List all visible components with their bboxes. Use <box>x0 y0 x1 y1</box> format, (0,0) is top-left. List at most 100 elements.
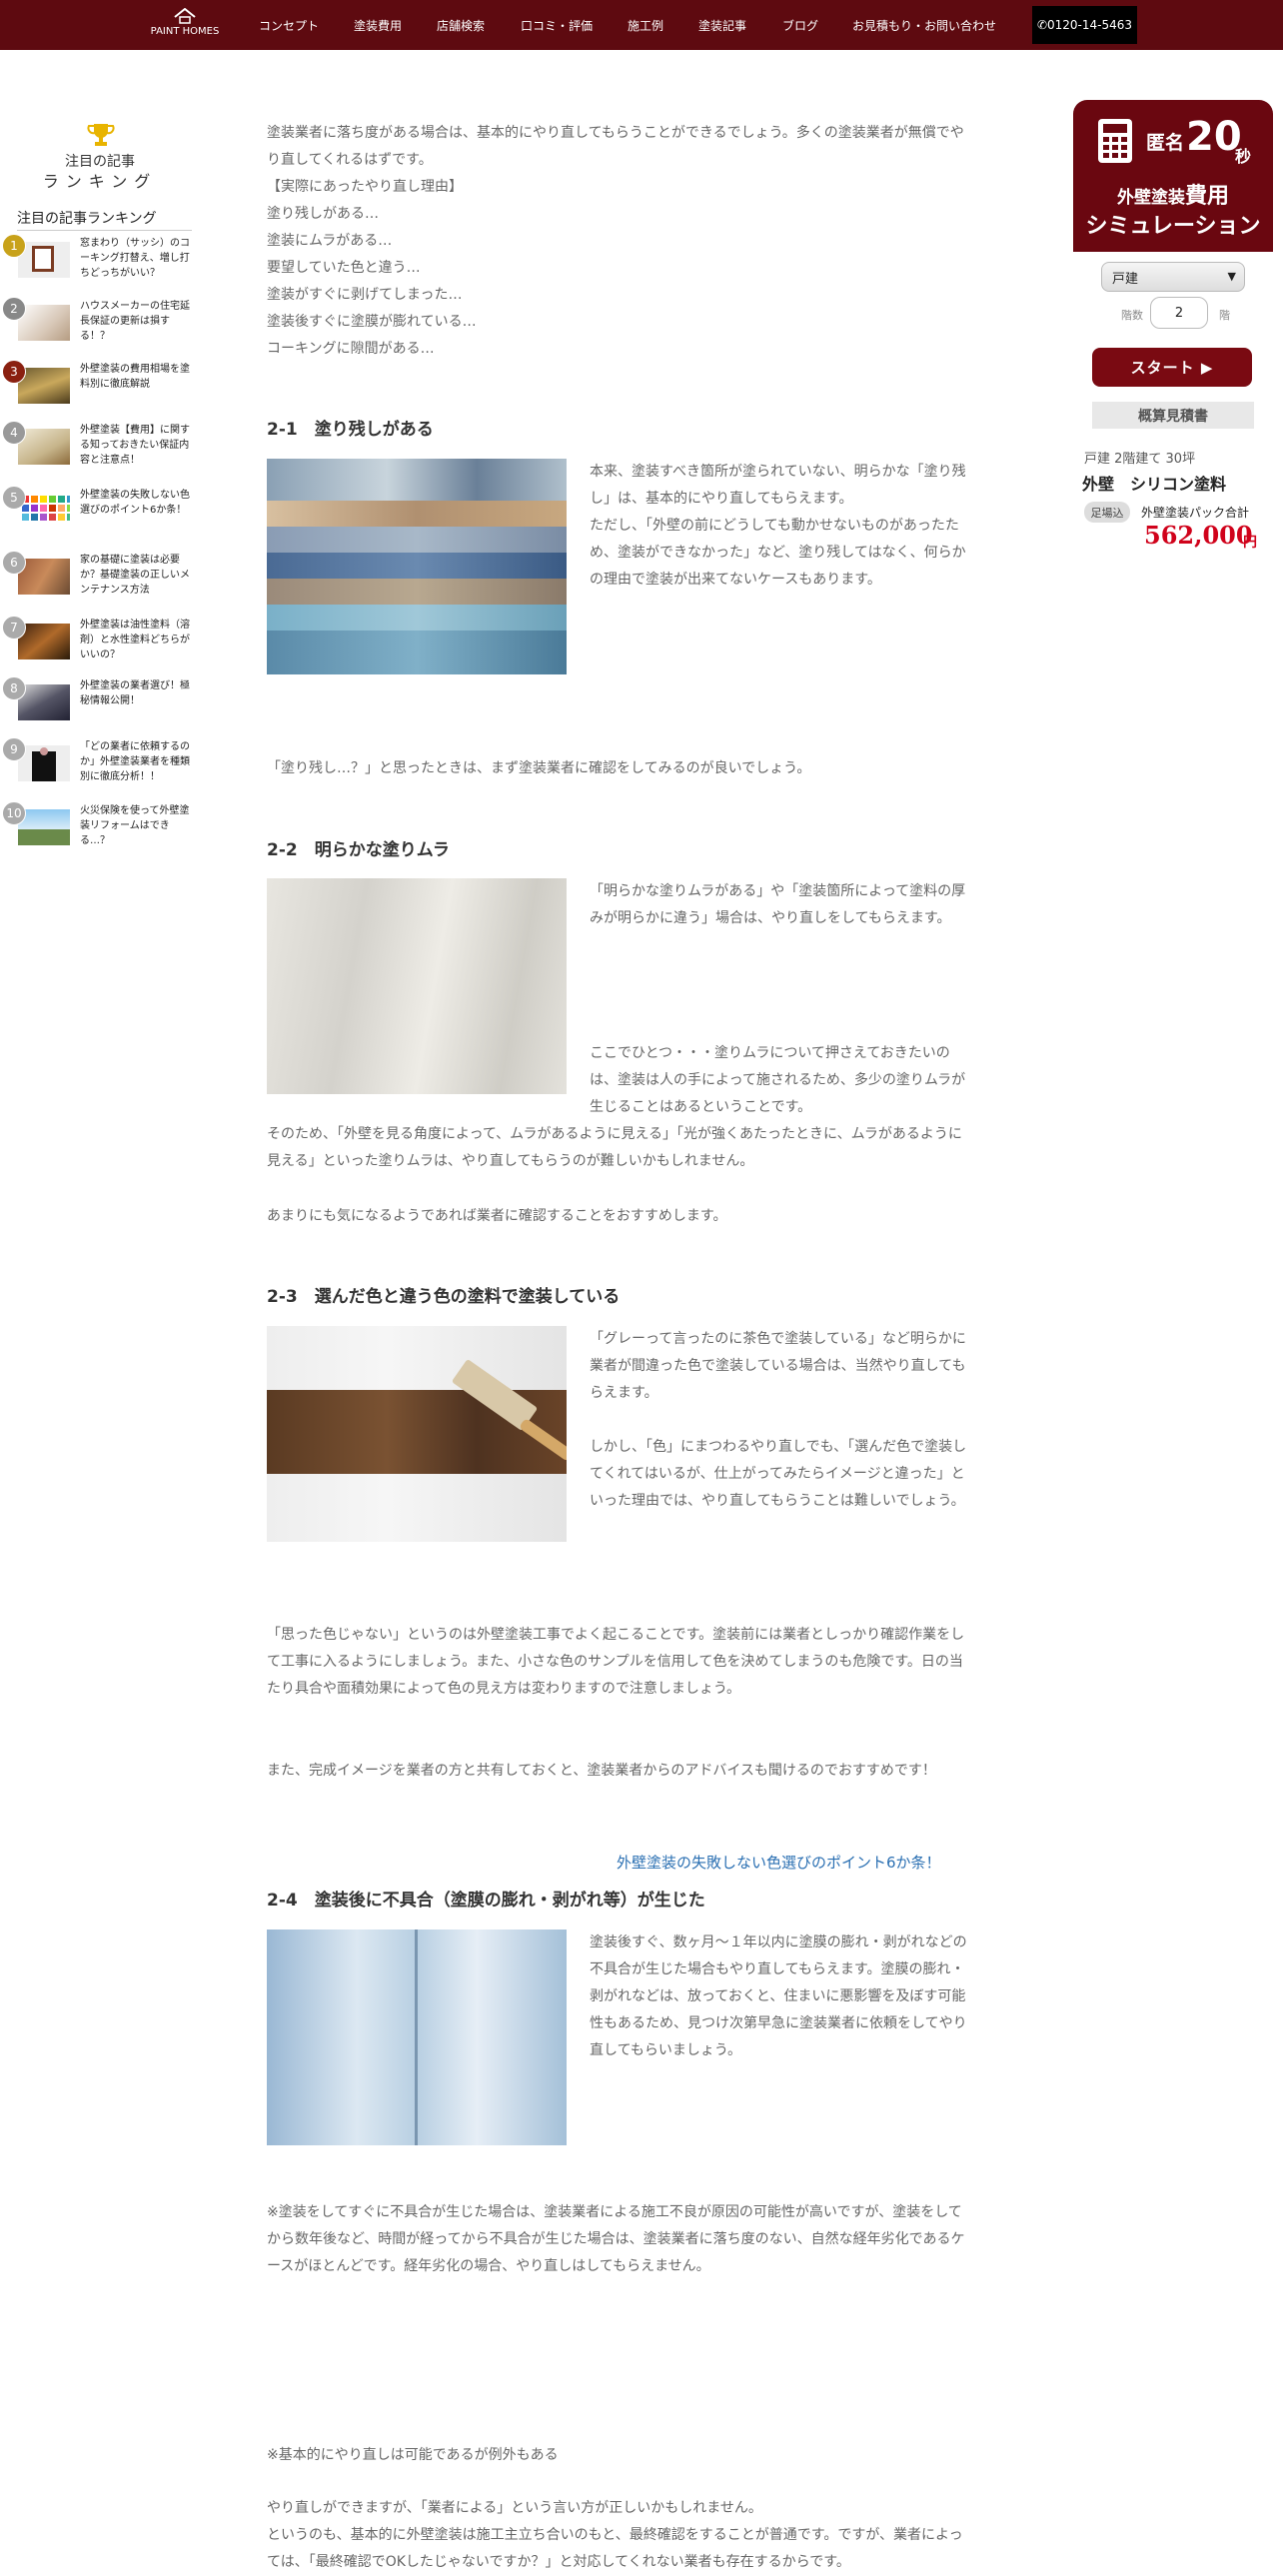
ranking-subtitle: ランキング <box>42 172 158 191</box>
simulator-title-a: 外壁塗装 <box>1116 188 1185 208</box>
estimate-heading: 概算見積書 <box>1092 402 1254 429</box>
floors-label: 階数 <box>1121 309 1143 322</box>
ranking-item[interactable]: 5 外壁塗装の失敗しない色選びのポイント6か条！ <box>0 486 200 536</box>
section-text: 本来、塗装すべき箇所が塗られていない、明らかな「塗り残し」は、基本的にやり直して… <box>590 464 966 588</box>
price-unit: 円 <box>1243 535 1257 551</box>
ranking-heading: 注目の記事ランキング <box>17 208 192 231</box>
nav-cost[interactable]: 塗装費用 <box>354 0 402 50</box>
section-heading: 2-4 塗装後に不具合（塗膜の膨れ・剥がれ等）が生じた <box>267 1891 705 1911</box>
simulator-seconds-number: 20 <box>1186 114 1242 160</box>
paragraph: そのため、「外壁を見る角度によって、ムラがあるように見える」「光が強くあたったと… <box>267 1126 962 1169</box>
nav-reviews[interactable]: 口コミ・評価 <box>521 0 593 50</box>
simulator-subtitle: シミュレーション <box>1085 214 1261 239</box>
ranking-item[interactable]: 10 火災保険を使って外壁塗装リフォームはできる…？ <box>0 801 200 851</box>
paragraph: また、完成イメージを業者の方と共有しておくと、塗装業者からのアドバイスも聞けるの… <box>267 1763 936 1779</box>
nav-contact[interactable]: お見積もり・お問い合わせ <box>852 0 996 50</box>
total-price: 562,000 <box>1144 521 1253 550</box>
section-text: しかし、「色」にまつわるやり直しでも、「選んだ色で塗装してくれてはいるが、仕上が… <box>590 1439 967 1509</box>
ranking-item-title[interactable]: 家の基礎に塗装は必要か？基礎塗装の正しいメンテナンス方法 <box>80 553 195 598</box>
ranking-item[interactable]: 7 外壁塗装は油性塗料（溶剤）と水性塗料どちらがいいの？ <box>0 616 200 665</box>
site-header: PAINT HOMES コンセプト 塗装費用 店舗検索 口コミ・評価 施工例 塗… <box>0 0 1283 50</box>
section-heading: 2-2 明らかな塗りムラ <box>267 840 450 860</box>
phone-button[interactable]: ✆ 0120-14-5463 <box>1032 6 1137 44</box>
ranking-item-title[interactable]: 外壁塗装の費用相場を塗料別に徹底解説 <box>80 362 195 392</box>
white-wood-photo <box>267 878 567 1094</box>
ranking-item[interactable]: 4 外壁塗装【費用】に関する知っておきたい保証内容と注意点！ <box>0 421 200 471</box>
paragraph: 塗装がすぐに剥げてしまった… <box>267 287 463 303</box>
paragraph: 「思った色じゃない」というのは外壁塗装工事でよく起こることです。塗装前には業者と… <box>267 1627 965 1697</box>
section-heading: 2-3 選んだ色と違う色の塗料で塗装している <box>267 1287 621 1307</box>
building-type-select[interactable]: 戸建 ▼ <box>1101 262 1245 292</box>
ranking-item-title[interactable]: 窓まわり（サッシ）のコーキング打替え、増し打ちどっちがいい？ <box>80 236 195 281</box>
trophy-icon <box>87 124 115 146</box>
ranking-item[interactable]: 8 外壁塗装の業者選び！極秘情報公開！ <box>0 676 200 726</box>
section-text: 塗装後すぐ、数ヶ月～１年以内に塗膜の膨れ・剥がれなどの不具合が生じた場合もやり直… <box>590 1934 967 2058</box>
rank-number: 10 <box>2 801 26 825</box>
select-value: 戸建 <box>1112 271 1139 287</box>
ranking-item[interactable]: 3 外壁塗装の費用相場を塗料別に徹底解説 <box>0 360 200 410</box>
pack-total-label: 外壁塗装パック合計 <box>1141 506 1250 520</box>
paragraph: 塗装業者に落ち度がある場合は、基本的にやり直してもらうことができるでしょう。多く… <box>267 125 964 168</box>
ranking-item[interactable]: 6 家の基礎に塗装は必要か？基礎塗装の正しいメンテナンス方法 <box>0 551 200 601</box>
simulator-title: 外壁塗装費用 <box>1073 178 1273 210</box>
simulator-title-b: 費用 <box>1184 184 1229 209</box>
rank-number: 7 <box>2 616 26 640</box>
section-heading: 2-1 塗り残しがある <box>267 420 434 440</box>
ranking-item-title[interactable]: 外壁塗装の業者選び！極秘情報公開！ <box>80 678 195 708</box>
paragraph: 要望していた色と違う… <box>267 260 421 276</box>
floors-input[interactable]: 2 <box>1150 297 1208 329</box>
paragraph: 塗装後すぐに塗膜が膨れている… <box>267 314 477 330</box>
nav-blog[interactable]: ブログ <box>782 0 818 50</box>
rank-number: 1 <box>2 234 26 258</box>
paragraph: というのも、基本的に外壁塗装は施工主立ち合いのもと、最終確認をすることが普通です… <box>267 2527 963 2570</box>
section-text: 「グレーって言ったのに茶色で塗装している」など明らかに業者が間違った色で塗装して… <box>590 1331 966 1401</box>
paragraph: 【実際にあったやり直し理由】 <box>267 179 463 195</box>
simulator-anon-label: 匿名 <box>1146 132 1185 154</box>
house-spec: 戸建 2階建て 30坪 <box>1084 452 1196 467</box>
phone-icon: ✆ <box>1036 18 1048 32</box>
rank-number: 8 <box>2 676 26 700</box>
paragraph: ※基本的にやり直しは可能であるが例外もある <box>267 2447 559 2463</box>
section-text: ここでひとつ・・・塗りムラについて押さえておきたいのは、塗装は人の手によって施さ… <box>590 1045 966 1115</box>
rank-number: 4 <box>2 421 26 445</box>
house-logo-icon <box>174 8 196 24</box>
nav-articles[interactable]: 塗装記事 <box>698 0 746 50</box>
ranking-item-title[interactable]: 外壁塗装【費用】に関する知っておきたい保証内容と注意点！ <box>80 423 195 468</box>
chevron-down-icon: ▼ <box>1227 270 1236 283</box>
rank-number: 2 <box>2 297 26 321</box>
paragraph: コーキングに隙間がある… <box>267 341 435 357</box>
simulator-seconds-unit: 秒 <box>1235 147 1252 166</box>
ranking-item-title[interactable]: 外壁塗装は油性塗料（溶剤）と水性塗料どちらがいいの？ <box>80 618 195 662</box>
wood-plank-brush-photo <box>267 1326 567 1542</box>
paragraph: あまりにも気になるようであれば業者に確認することをおすすめします。 <box>267 1208 727 1224</box>
ranking-item-title[interactable]: 「どの業者に依頼するのか」外壁塗装業者を種類別に徹底分析！！ <box>80 739 195 784</box>
peeling-paint-photo <box>267 1930 567 2145</box>
nav-store-search[interactable]: 店舗検索 <box>437 0 485 50</box>
rank-number: 9 <box>2 737 26 761</box>
ranking-item[interactable]: 2 ハウスメーカーの住宅延長保証の更新は損する！？ <box>0 297 200 347</box>
scaffold-badge: 足場込 <box>1084 502 1130 523</box>
start-button[interactable]: スタート ▶ <box>1092 348 1252 387</box>
rank-number: 3 <box>2 360 26 384</box>
ranking-item[interactable]: 1 窓まわり（サッシ）のコーキング打替え、増し打ちどっちがいい？ <box>0 234 200 284</box>
logo-text: PAINT HOMES <box>150 26 220 37</box>
nav-concept[interactable]: コンセプト <box>259 0 319 50</box>
related-article-link[interactable]: 外壁塗装の失敗しない色選びのポイント6か条！ <box>617 1852 941 1873</box>
cost-simulator-banner: 匿名 20 秒 外壁塗装費用 シミュレーション <box>1073 100 1273 252</box>
ranking-item-title[interactable]: 火災保険を使って外壁塗装リフォームはできる…？ <box>80 803 195 848</box>
ranking-item[interactable]: 9 「どの業者に依頼するのか」外壁塗装業者を種類別に徹底分析！！ <box>0 737 200 787</box>
phone-number: 0120-14-5463 <box>1047 18 1133 32</box>
rank-number: 6 <box>2 551 26 575</box>
paint-spec: 外壁 シリコン塗料 <box>1082 475 1227 494</box>
ranking-item-title[interactable]: ハウスメーカーの住宅延長保証の更新は損する！？ <box>80 299 195 344</box>
site-logo[interactable]: PAINT HOMES <box>146 8 224 38</box>
paragraph: 塗装にムラがある… <box>267 233 393 249</box>
paragraph: 「塗り残し…？」と思ったときは、まず塗装業者に確認をしてみるのが良いでしょう。 <box>267 760 811 776</box>
ranking-item-title[interactable]: 外壁塗装の失敗しない色選びのポイント6か条！ <box>80 488 195 518</box>
calculator-icon <box>1098 119 1132 163</box>
article-intro: 塗装業者に落ち度がある場合は、基本的にやり直してもらうことができるでしょう。多く… <box>267 120 966 363</box>
paragraph: 塗り残しがある… <box>267 206 379 222</box>
paragraph: やり直しができますが、「業者による」という言い方が正しいかもしれません。 <box>267 2500 762 2516</box>
floors-unit: 階 <box>1219 309 1230 322</box>
nav-works[interactable]: 施工例 <box>628 0 663 50</box>
